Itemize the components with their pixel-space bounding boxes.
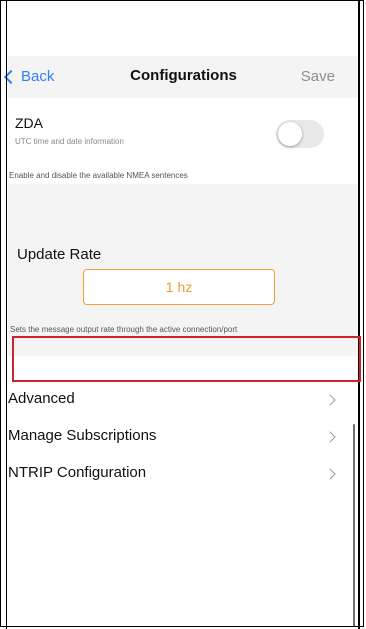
navigation-bar: Back Configurations Save xyxy=(3,56,359,98)
update-rate-help-text: Sets the message output rate through the… xyxy=(10,325,238,334)
scrollbar[interactable] xyxy=(353,424,355,626)
zda-subtitle: UTC time and date information xyxy=(15,137,124,146)
screen-edge-right xyxy=(358,0,360,629)
section-separator xyxy=(8,184,359,236)
nmea-help-text: Enable and disable the available NMEA se… xyxy=(9,171,188,180)
update-rate-label: Update Rate xyxy=(17,246,102,263)
list-item-advanced[interactable]: Advanced xyxy=(8,383,348,420)
list-item-label: NTRIP Configuration xyxy=(8,464,147,481)
save-button[interactable]: Save xyxy=(301,68,335,85)
screen-edge-left xyxy=(6,0,7,629)
list-item-label: Advanced xyxy=(8,390,75,407)
chevron-right-icon xyxy=(324,468,336,480)
list-item-label: Manage Subscriptions xyxy=(8,427,157,444)
update-rate-value: 1 hz xyxy=(165,279,193,295)
zda-title: ZDA xyxy=(15,115,43,131)
toggle-knob xyxy=(278,122,302,146)
zda-toggle[interactable] xyxy=(276,120,324,148)
chevron-right-icon xyxy=(324,431,336,443)
list-item-ntrip-configuration[interactable]: NTRIP Configuration xyxy=(8,457,348,494)
settings-list: Advanced Manage Subscriptions NTRIP Conf… xyxy=(8,383,348,494)
device-frame: Back Configurations Save ZDA UTC time an… xyxy=(0,0,364,627)
highlight-box xyxy=(12,336,361,382)
zda-setting-row: ZDA UTC time and date information xyxy=(8,98,359,166)
chevron-right-icon xyxy=(324,394,336,406)
list-item-manage-subscriptions[interactable]: Manage Subscriptions xyxy=(8,420,348,457)
update-rate-selector[interactable]: 1 hz xyxy=(83,269,275,305)
